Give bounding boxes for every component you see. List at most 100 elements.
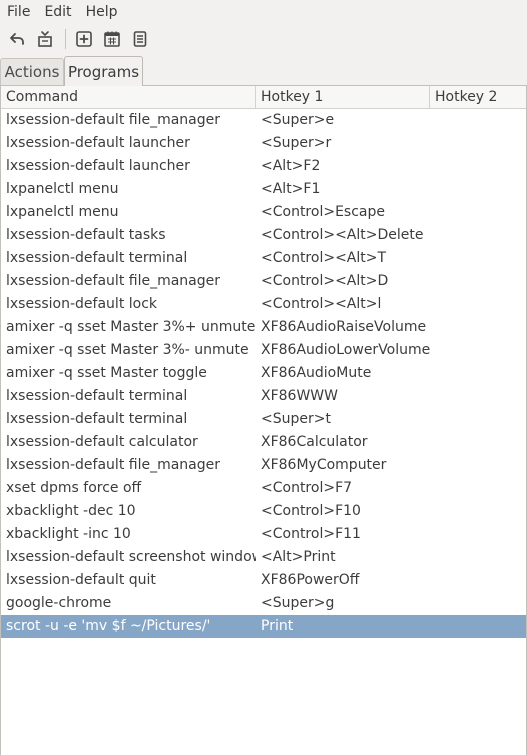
undo-button[interactable] [5, 27, 29, 51]
table-row[interactable]: lxsession-default launcher <Alt>F2 [1, 155, 526, 178]
table-row[interactable]: xbacklight -dec 10 <Control>F10 [1, 500, 526, 523]
table-row[interactable]: xbacklight -inc 10 <Control>F11 [1, 523, 526, 546]
menu-help[interactable]: Help [79, 0, 125, 24]
hotkey2-cell [435, 477, 525, 500]
hotkey1-cell: <Control>F11 [261, 526, 361, 542]
hotkey2-cell [435, 454, 525, 477]
hotkey1-cell: XF86WWW [261, 388, 338, 404]
command-cell: lxsession-default terminal [6, 411, 188, 427]
hotkey2-cell [435, 592, 525, 615]
hotkey2-cell [435, 201, 525, 224]
command-cell: lxsession-default terminal [6, 250, 188, 266]
menu-file[interactable]: File [0, 0, 37, 24]
table-row[interactable]: amixer -q sset Master toggle XF86AudioMut… [1, 362, 526, 385]
table-row[interactable]: lxsession-default terminal <Control><Alt>… [1, 247, 526, 270]
hotkey1-cell: XF86AudioRaiseVolume [261, 319, 427, 335]
command-cell: lxsession-default file_manager [6, 112, 221, 128]
table-row[interactable]: lxsession-default tasks <Control><Alt>Del… [1, 224, 526, 247]
hotkey2-cell [435, 109, 525, 132]
column-header-command[interactable]: Command [1, 86, 256, 108]
table-row[interactable]: lxsession-default quit XF86PowerOff [1, 569, 526, 592]
hotkey1-cell: <Control>Escape [261, 204, 385, 220]
add-button[interactable] [72, 27, 96, 51]
hotkey1-cell: <Super>g [261, 595, 335, 611]
hotkey2-cell [435, 155, 525, 178]
table-row[interactable]: google-chrome <Super>g [1, 592, 526, 615]
command-cell: lxsession-default file_manager [6, 273, 221, 289]
table-row[interactable]: lxsession-default file_manager XF86MyComp… [1, 454, 526, 477]
hotkey1-cell: <Control>F7 [261, 480, 353, 496]
hotkey1-cell: <Alt>F1 [261, 181, 321, 197]
tab-actions[interactable]: Actions [0, 58, 64, 85]
command-cell: lxsession-default screenshot window [6, 549, 256, 565]
hotkey1-cell: <Control><Alt>Delete [261, 227, 424, 243]
reset-button[interactable] [33, 27, 57, 51]
hotkey1-cell: Print [261, 618, 294, 634]
command-cell: xbacklight -inc 10 [6, 526, 131, 542]
calendar-button[interactable] [100, 27, 124, 51]
table-row[interactable]: lxsession-default lock <Control><Alt>l [1, 293, 526, 316]
tab-programs[interactable]: Programs [64, 56, 143, 86]
table-row[interactable]: lxpanelctl menu <Control>Escape [1, 201, 526, 224]
command-cell: amixer -q sset Master 3%+ unmute [6, 319, 256, 335]
document-icon [133, 31, 147, 47]
hotkey2-cell [435, 339, 525, 362]
add-icon [76, 31, 92, 47]
hotkey2-cell [435, 523, 525, 546]
table-row[interactable]: lxsession-default terminal XF86WWW [1, 385, 526, 408]
table-row[interactable]: amixer -q sset Master 3%- unmute XF86Audi… [1, 339, 526, 362]
programs-list: Command Hotkey 1 Hotkey 2 lxsession-defa… [0, 86, 527, 755]
hotkey2-cell [435, 316, 525, 339]
command-cell: lxsession-default terminal [6, 388, 188, 404]
hotkey2-cell [435, 178, 525, 201]
hotkey1-cell: <Control><Alt>T [261, 250, 387, 266]
undo-icon [10, 33, 24, 45]
table-row[interactable]: lxsession-default launcher <Super>r [1, 132, 526, 155]
command-cell: google-chrome [6, 595, 112, 611]
command-cell: lxsession-default launcher [6, 158, 190, 174]
reset-icon [38, 31, 52, 47]
table-row[interactable]: xset dpms force off <Control>F7 [1, 477, 526, 500]
table-row[interactable]: lxsession-default file_manager <Super>e [1, 109, 526, 132]
command-cell: lxsession-default tasks [6, 227, 166, 243]
hotkey1-cell: <Super>r [261, 135, 332, 151]
table-row[interactable]: lxsession-default calculator XF86Calculat… [1, 431, 526, 454]
hotkey2-cell [435, 132, 525, 155]
command-cell: lxsession-default quit [6, 572, 156, 588]
toolbar-separator [65, 29, 66, 49]
table-row[interactable]: lxpanelctl menu <Alt>F1 [1, 178, 526, 201]
table-row[interactable]: lxsession-default file_manager <Control><… [1, 270, 526, 293]
tab-bar: Actions Programs [0, 54, 527, 86]
hotkey1-cell: <Control><Alt>l [261, 296, 382, 312]
command-cell: xset dpms force off [6, 480, 142, 496]
command-cell: lxpanelctl menu [6, 204, 119, 220]
command-cell: amixer -q sset Master 3%- unmute [6, 342, 249, 358]
properties-button[interactable] [128, 27, 152, 51]
toolbar [0, 24, 527, 54]
column-header-hotkey1[interactable]: Hotkey 1 [256, 86, 430, 108]
hotkey1-cell: <Control>F10 [261, 503, 361, 519]
hotkey1-cell: <Alt>Print [261, 549, 336, 565]
column-header-hotkey2[interactable]: Hotkey 2 [430, 86, 526, 108]
hotkey1-cell: XF86PowerOff [261, 572, 360, 588]
calendar-icon [104, 31, 120, 47]
hotkey2-cell [435, 247, 525, 270]
hotkey2-cell [435, 270, 525, 293]
hotkey2-cell [435, 385, 525, 408]
command-cell: lxsession-default launcher [6, 135, 190, 151]
table-row[interactable]: lxsession-default screenshot window <Alt>… [1, 546, 526, 569]
command-cell: lxsession-default file_manager [6, 457, 221, 473]
menu-edit[interactable]: Edit [37, 0, 78, 24]
hotkey1-cell: <Super>e [261, 112, 335, 128]
table-row[interactable]: lxsession-default terminal <Super>t [1, 408, 526, 431]
command-cell: lxpanelctl menu [6, 181, 119, 197]
table-row[interactable]: amixer -q sset Master 3%+ unmute XF86Audi… [1, 316, 526, 339]
hotkey2-cell [435, 408, 525, 431]
command-cell: scrot -u -e 'mv $f ~/Pictures/' [6, 618, 211, 634]
hotkey1-cell: <Super>t [261, 411, 331, 427]
hotkey2-cell [435, 500, 525, 523]
hotkey1-cell: <Control><Alt>D [261, 273, 389, 289]
table-row[interactable]: scrot -u -e 'mv $f ~/Pictures/' Print [1, 615, 526, 638]
hotkey1-cell: XF86MyComputer [261, 457, 387, 473]
hotkey1-cell: <Alt>F2 [261, 158, 321, 174]
